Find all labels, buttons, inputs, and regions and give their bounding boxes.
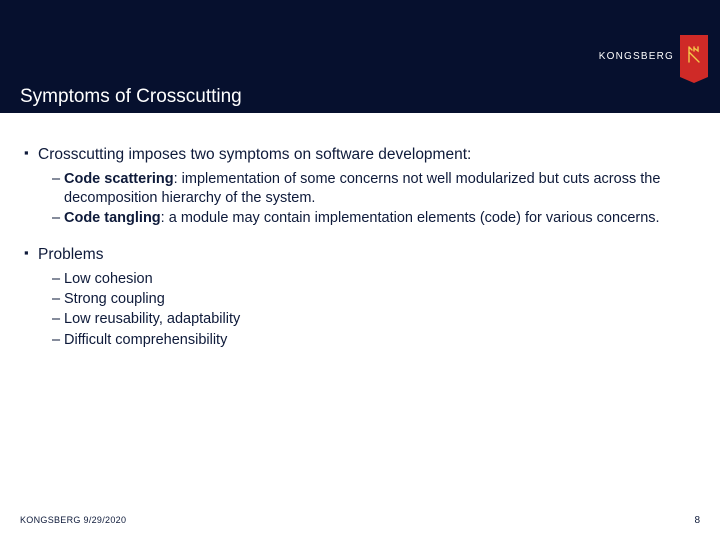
crest-icon	[680, 35, 708, 77]
slide-body: Crosscutting imposes two symptoms on sof…	[0, 113, 720, 349]
slide-footer: KONGSBERG 9/29/2020 8	[0, 515, 720, 526]
bullet-point-1: Crosscutting imposes two symptoms on sof…	[24, 145, 696, 164]
brand-logo: KONGSBERG	[599, 35, 708, 77]
bullet-text: Crosscutting imposes two symptoms on sof…	[38, 146, 471, 163]
sub-bullets-2: Low cohesion Strong coupling Low reusabi…	[24, 270, 696, 349]
page-number: 8	[694, 515, 700, 526]
slide-header: Symptoms of Crosscutting KONGSBERG	[0, 0, 720, 113]
sub-bullet: Code scattering: implementation of some …	[52, 170, 696, 206]
sub-bullet-bold: Code scattering	[64, 171, 174, 187]
brand-text: KONGSBERG	[599, 51, 674, 62]
sub-bullet-rest: : a module may contain implementation el…	[161, 210, 660, 226]
sub-bullet: Low cohesion	[52, 270, 696, 288]
bullet-point-2: Problems	[24, 245, 696, 264]
footer-text: KONGSBERG 9/29/2020	[20, 515, 126, 525]
sub-bullet-bold: Code tangling	[64, 210, 161, 226]
slide-title: Symptoms of Crosscutting	[20, 86, 242, 108]
sub-bullet: Strong coupling	[52, 290, 696, 308]
sub-bullet: Difficult comprehensibility	[52, 331, 696, 349]
sub-bullet: Code tangling: a module may contain impl…	[52, 209, 696, 227]
bullet-text: Problems	[38, 246, 103, 263]
sub-bullets-1: Code scattering: implementation of some …	[24, 170, 696, 226]
sub-bullet: Low reusability, adaptability	[52, 310, 696, 328]
